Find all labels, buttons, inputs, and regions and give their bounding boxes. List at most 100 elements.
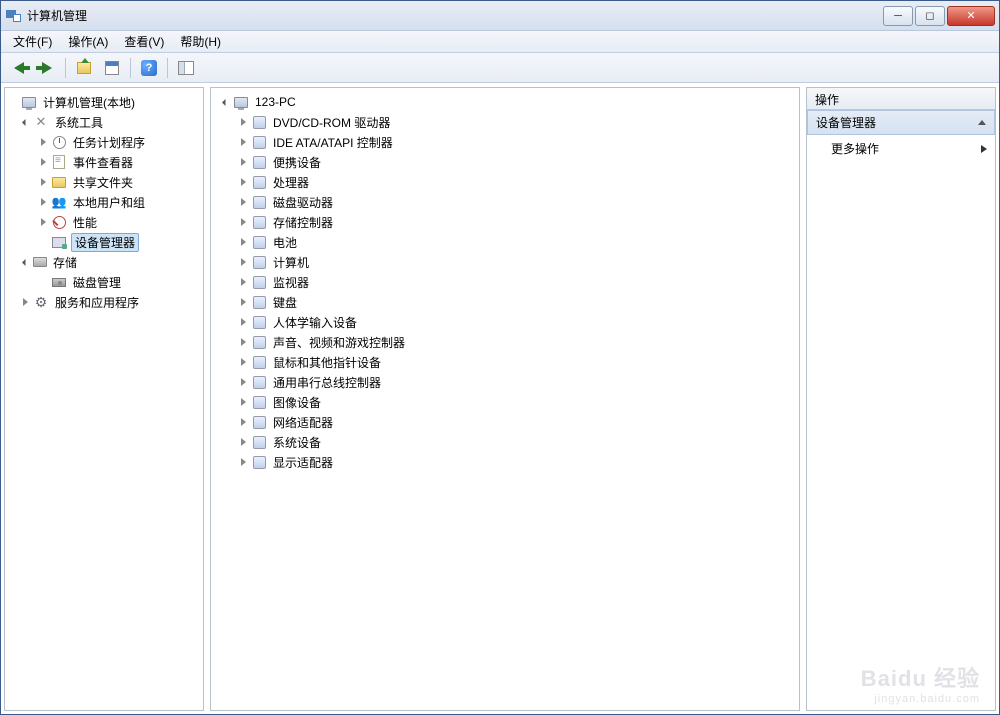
- expander-icon[interactable]: [237, 416, 249, 428]
- device-category[interactable]: 电池: [213, 232, 797, 252]
- up-button[interactable]: [72, 56, 96, 80]
- menu-view[interactable]: 查看(V): [116, 31, 172, 52]
- expander-icon[interactable]: [237, 456, 249, 468]
- device-category[interactable]: 便携设备: [213, 152, 797, 172]
- device-category[interactable]: 网络适配器: [213, 412, 797, 432]
- device-icon: [251, 374, 267, 390]
- back-button[interactable]: [7, 56, 31, 80]
- expander-icon[interactable]: [237, 136, 249, 148]
- properties-icon: [105, 61, 119, 75]
- item-icon: [51, 134, 67, 150]
- expander-icon[interactable]: [237, 376, 249, 388]
- titlebar[interactable]: 计算机管理 ─ ◻ ✕: [1, 1, 999, 31]
- computer-icon: [21, 94, 37, 110]
- expander-icon[interactable]: [19, 256, 31, 268]
- navigation-pane: 计算机管理(本地) 系统工具任务计划程序事件查看器共享文件夹本地用户和组性能设备…: [4, 87, 204, 711]
- device-category[interactable]: 键盘: [213, 292, 797, 312]
- actions-section-title[interactable]: 设备管理器: [807, 110, 995, 135]
- item-icon: [51, 174, 67, 190]
- arrow-left-icon: [14, 62, 24, 74]
- group-icon: [33, 114, 49, 130]
- minimize-button[interactable]: ─: [883, 6, 913, 26]
- expander-icon[interactable]: [237, 156, 249, 168]
- tree-item[interactable]: 任务计划程序: [7, 132, 201, 152]
- window-title: 计算机管理: [27, 7, 883, 24]
- panel-icon: [178, 61, 194, 75]
- expander-icon[interactable]: [19, 296, 31, 308]
- device-icon: [251, 214, 267, 230]
- tree-group[interactable]: 存储: [7, 252, 201, 272]
- expander-icon[interactable]: [237, 176, 249, 188]
- device-category[interactable]: 计算机: [213, 252, 797, 272]
- expander-icon[interactable]: [237, 296, 249, 308]
- expander-icon[interactable]: [237, 316, 249, 328]
- expander-icon[interactable]: [37, 156, 49, 168]
- device-category[interactable]: 通用串行总线控制器: [213, 372, 797, 392]
- device-category[interactable]: 监视器: [213, 272, 797, 292]
- tree-group[interactable]: 系统工具: [7, 112, 201, 132]
- expander-icon[interactable]: [37, 196, 49, 208]
- device-category[interactable]: 处理器: [213, 172, 797, 192]
- expander-icon[interactable]: [237, 216, 249, 228]
- expander-icon[interactable]: [37, 176, 49, 188]
- device-category[interactable]: 磁盘驱动器: [213, 192, 797, 212]
- tree-group[interactable]: 服务和应用程序: [7, 292, 201, 312]
- device-icon: [251, 294, 267, 310]
- expander-icon[interactable]: [219, 96, 231, 108]
- navigation-tree: 计算机管理(本地) 系统工具任务计划程序事件查看器共享文件夹本地用户和组性能设备…: [7, 92, 201, 312]
- group-icon: [33, 257, 47, 267]
- arrow-right-icon: [42, 62, 52, 74]
- close-button[interactable]: ✕: [947, 6, 995, 26]
- folder-up-icon: [77, 62, 91, 74]
- device-icon: [251, 314, 267, 330]
- tree-item[interactable]: 磁盘管理: [7, 272, 201, 292]
- properties-button[interactable]: [100, 56, 124, 80]
- device-icon: [251, 154, 267, 170]
- expander-icon[interactable]: [237, 396, 249, 408]
- menubar: 文件(F) 操作(A) 查看(V) 帮助(H): [1, 31, 999, 53]
- device-icon: [251, 394, 267, 410]
- device-icon: [251, 114, 267, 130]
- menu-help[interactable]: 帮助(H): [172, 31, 229, 52]
- tree-item[interactable]: 共享文件夹: [7, 172, 201, 192]
- tree-item[interactable]: 设备管理器: [7, 232, 201, 252]
- toolbar-separator: [65, 58, 66, 78]
- expander-icon[interactable]: [37, 136, 49, 148]
- device-tree-root[interactable]: 123-PC: [213, 92, 797, 112]
- device-category[interactable]: 存储控制器: [213, 212, 797, 232]
- device-category[interactable]: 系统设备: [213, 432, 797, 452]
- panel-button[interactable]: [174, 56, 198, 80]
- device-category[interactable]: IDE ATA/ATAPI 控制器: [213, 132, 797, 152]
- action-more[interactable]: 更多操作: [807, 135, 995, 162]
- expander-icon[interactable]: [37, 216, 49, 228]
- tree-item[interactable]: 性能: [7, 212, 201, 232]
- help-button[interactable]: ?: [137, 56, 161, 80]
- forward-button[interactable]: [35, 56, 59, 80]
- expander-icon[interactable]: [237, 256, 249, 268]
- maximize-button[interactable]: ◻: [915, 6, 945, 26]
- toolbar-separator: [130, 58, 131, 78]
- device-category[interactable]: DVD/CD-ROM 驱动器: [213, 112, 797, 132]
- item-icon: [51, 194, 67, 210]
- menu-action[interactable]: 操作(A): [60, 31, 116, 52]
- device-icon: [251, 234, 267, 250]
- expander-icon[interactable]: [237, 196, 249, 208]
- item-icon: [51, 214, 67, 230]
- tree-item[interactable]: 事件查看器: [7, 152, 201, 172]
- expander-icon[interactable]: [237, 436, 249, 448]
- item-icon: [51, 154, 67, 170]
- device-category[interactable]: 鼠标和其他指针设备: [213, 352, 797, 372]
- expander-icon[interactable]: [237, 116, 249, 128]
- expander-icon[interactable]: [237, 276, 249, 288]
- tree-root[interactable]: 计算机管理(本地): [7, 92, 201, 112]
- device-category[interactable]: 显示适配器: [213, 452, 797, 472]
- expander-icon[interactable]: [237, 356, 249, 368]
- expander-icon[interactable]: [19, 116, 31, 128]
- device-category[interactable]: 图像设备: [213, 392, 797, 412]
- device-category[interactable]: 声音、视频和游戏控制器: [213, 332, 797, 352]
- menu-file[interactable]: 文件(F): [5, 31, 60, 52]
- device-category[interactable]: 人体学输入设备: [213, 312, 797, 332]
- tree-item[interactable]: 本地用户和组: [7, 192, 201, 212]
- expander-icon[interactable]: [237, 236, 249, 248]
- expander-icon[interactable]: [237, 336, 249, 348]
